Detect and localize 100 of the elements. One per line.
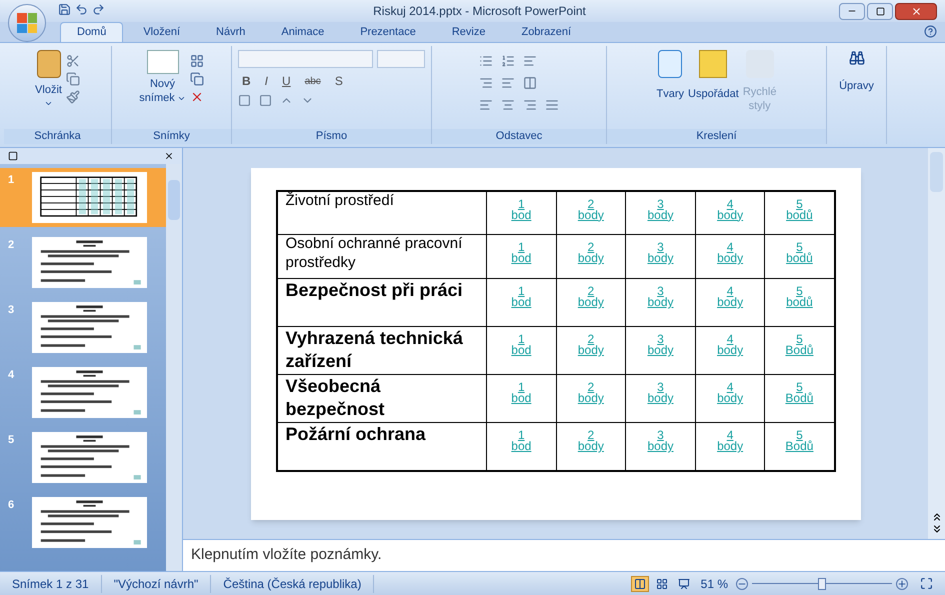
binoculars-icon <box>848 50 864 66</box>
points-link[interactable]: 2 body <box>578 334 604 356</box>
close-icon <box>910 6 922 16</box>
slides-tab-icon[interactable] <box>8 151 18 161</box>
scrollbar[interactable] <box>928 148 945 539</box>
points-link[interactable]: 1 bod <box>511 430 532 452</box>
zoom-in-icon[interactable] <box>896 578 908 590</box>
ribbon-tab[interactable]: Domů <box>60 22 124 42</box>
save-icon[interactable] <box>58 3 71 16</box>
group-label: Odstavec <box>432 129 606 144</box>
notes-field[interactable]: Klepnutím vložíte poznámky. <box>183 539 945 571</box>
slide-number: 3 <box>8 303 16 318</box>
points-link[interactable]: 4 body <box>717 286 744 308</box>
font-field[interactable] <box>238 50 373 68</box>
points-link[interactable]: 4 body <box>717 334 744 356</box>
ribbon-tab[interactable]: Prezentace <box>344 22 432 42</box>
points-link[interactable]: 3 body <box>647 334 674 356</box>
shapes-button[interactable]: Tvary <box>656 50 684 102</box>
points-link[interactable]: 4 body <box>717 430 744 452</box>
ribbon-tab[interactable]: Revize <box>436 22 502 42</box>
ribbon-tab[interactable]: Zobrazení <box>505 22 587 42</box>
points-link[interactable]: 5 bodů <box>786 286 813 308</box>
maximize-button[interactable] <box>867 2 893 20</box>
line-spacing-icon[interactable] <box>523 54 537 68</box>
format-button[interactable]: B <box>238 72 255 90</box>
scrollbar-thumb[interactable] <box>168 180 180 220</box>
close-button[interactable] <box>895 2 937 20</box>
points-link[interactable]: 2 body <box>578 430 604 452</box>
points-link[interactable]: 1 bod <box>511 286 532 308</box>
help-icon[interactable] <box>924 25 937 38</box>
points-link[interactable]: 1 bod <box>511 382 532 404</box>
arrange-button[interactable]: Uspořádat <box>688 50 739 102</box>
layout-icon[interactable] <box>190 54 204 68</box>
points-link[interactable]: 2 body <box>578 382 604 404</box>
slide-number: 5 <box>8 433 16 448</box>
close-icon[interactable] <box>164 151 174 161</box>
points-link[interactable]: 5 Bodů <box>785 382 814 404</box>
slide-sorter-icon <box>656 578 668 590</box>
format-button[interactable]: U <box>278 72 295 90</box>
slide-thumbnail[interactable]: 6 <box>0 493 166 552</box>
slide-thumbnail[interactable]: 1 <box>0 168 166 227</box>
points-link[interactable]: 5 bodů <box>786 198 813 220</box>
slide-thumbnail[interactable]: 4 <box>0 363 166 422</box>
bullets-icon[interactable] <box>479 54 493 68</box>
points-link[interactable]: 3 body <box>647 198 674 220</box>
slide-thumbnail[interactable]: 5 <box>0 428 166 487</box>
points-link[interactable]: 2 body <box>578 198 604 220</box>
points-link[interactable]: 2 body <box>578 286 604 308</box>
points-link[interactable]: 5 bodů <box>786 242 813 264</box>
points-link[interactable]: 1 bod <box>511 242 532 264</box>
points-link[interactable]: 5 Bodů <box>785 430 814 452</box>
slide-number: 2 <box>8 238 16 253</box>
undo-icon[interactable] <box>75 3 88 16</box>
points-link[interactable]: 4 body <box>717 198 744 220</box>
format-button[interactable]: S <box>330 72 347 90</box>
cut-icon[interactable] <box>66 54 80 68</box>
align-center-icon[interactable] <box>501 98 515 112</box>
ribbon-tab[interactable]: Vložení <box>127 22 196 42</box>
points-link[interactable]: 5 Bodů <box>785 334 814 356</box>
points-link[interactable]: 3 body <box>647 242 674 264</box>
zoom-level: 51 % <box>700 576 729 592</box>
zoom-out-icon[interactable] <box>736 578 748 590</box>
format-button[interactable]: I <box>260 72 272 90</box>
format-painter-icon[interactable] <box>66 90 80 104</box>
points-link[interactable]: 3 body <box>647 430 674 452</box>
points-link[interactable]: 3 body <box>647 286 674 308</box>
new-slide-button[interactable]: Nový snímek <box>139 50 186 106</box>
ribbon-tab[interactable]: Návrh <box>200 22 262 42</box>
outdent-icon[interactable] <box>501 76 515 90</box>
columns-icon[interactable] <box>523 76 537 90</box>
points-link[interactable]: 2 body <box>578 242 604 264</box>
office-button[interactable] <box>8 4 46 42</box>
table-cell: Bezpečnost při práci <box>276 278 486 326</box>
slide-thumbnail[interactable]: 2 <box>0 233 166 292</box>
fit-to-window-icon[interactable] <box>920 577 933 590</box>
slide-number: 1 <box>8 173 16 188</box>
align-left-icon[interactable] <box>479 98 493 112</box>
scrollbar[interactable] <box>166 164 182 571</box>
format-button[interactable]: abc <box>300 72 325 90</box>
slide-thumbnail[interactable]: 3 <box>0 298 166 357</box>
copy-icon[interactable] <box>66 72 80 86</box>
numbering-icon[interactable] <box>501 54 515 68</box>
quick-styles-button[interactable]: Rychlé styly <box>742 50 776 114</box>
scrollbar-thumb[interactable] <box>930 152 943 192</box>
points-link[interactable]: 1 bod <box>511 334 532 356</box>
points-link[interactable]: 3 body <box>647 382 674 404</box>
align-right-icon[interactable] <box>523 98 537 112</box>
points-link[interactable]: 4 body <box>717 382 744 404</box>
points-link[interactable]: 4 body <box>717 242 744 264</box>
points-link[interactable]: 1 bod <box>511 198 532 220</box>
font-size-field[interactable] <box>377 50 425 68</box>
zoom-slider[interactable] <box>752 576 892 590</box>
slider-thumb[interactable] <box>818 578 826 590</box>
ribbon-tab[interactable]: Animace <box>265 22 340 42</box>
paste-button[interactable]: Vložit <box>35 50 62 108</box>
justify-icon[interactable] <box>545 98 559 112</box>
editing-button[interactable]: Úpravy <box>839 50 874 94</box>
indent-icon[interactable] <box>479 76 493 90</box>
redo-icon[interactable] <box>92 3 105 16</box>
view-button[interactable] <box>630 576 649 592</box>
